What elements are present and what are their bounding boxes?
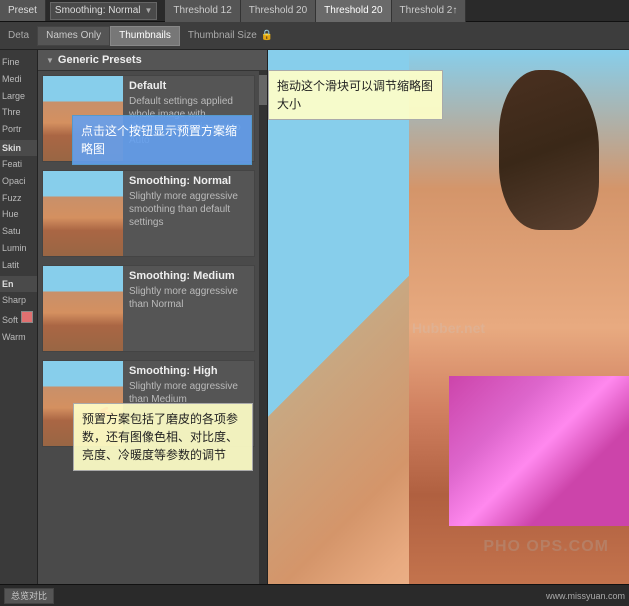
names-only-button[interactable]: Names Only: [37, 26, 110, 46]
sidebar-item-soft[interactable]: Soft: [0, 308, 37, 329]
preset-thumbnail-medium: [43, 266, 123, 351]
presets-panel: ▼ Generic Presets Default Default settin…: [38, 50, 268, 606]
sidebar-item-large[interactable]: Large: [0, 88, 37, 105]
sidebar-item-hue[interactable]: Hue: [0, 206, 37, 223]
photo-area: 拖动这个滑块可以调节缩略图大小 PHO OPS.COM Hubber.net: [268, 50, 629, 606]
preset-label: Preset: [0, 0, 46, 21]
preset-info-normal: Smoothing: Normal Slightly more aggressi…: [123, 171, 254, 256]
preset-name-high: Smoothing: High: [129, 365, 248, 377]
sidebar-item-satu[interactable]: Satu: [0, 223, 37, 240]
lock-icon: 🔒: [261, 30, 273, 41]
presets-header-label: Generic Presets: [58, 54, 142, 66]
scrollbar-thumb[interactable]: [259, 75, 267, 105]
sidebar-section-skin: Skin: [0, 140, 37, 156]
sidebar-item-warm[interactable]: Warm: [0, 329, 37, 346]
preset-name-medium: Smoothing: Medium: [129, 270, 248, 282]
thumbnail-size-control: Thumbnail Size 🔒: [188, 30, 273, 41]
sidebar-item-lumin[interactable]: Lumin: [0, 240, 37, 257]
second-row: Deta Names Only Thumbnails Thumbnail Siz…: [0, 22, 629, 50]
annotation-bubble-2: 拖动这个滑块可以调节缩略图大小: [268, 70, 443, 120]
sidebar-section-en: En: [0, 276, 37, 292]
sidebar-item-sharp[interactable]: Sharp: [0, 292, 37, 309]
watermark-center: Hubber.net: [412, 320, 485, 336]
preset-name-normal: Smoothing: Normal: [129, 175, 248, 187]
color-swatch: [21, 311, 33, 323]
sidebar-item-fuzz[interactable]: Fuzz: [0, 190, 37, 207]
thumbnails-button[interactable]: Thumbnails: [110, 26, 180, 46]
sidebar-item-medi[interactable]: Medi: [0, 71, 37, 88]
sidebar-item-opaci[interactable]: Opaci: [0, 173, 37, 190]
smoothing-dropdown[interactable]: Smoothing: Normal ▼: [50, 2, 158, 20]
dropdown-arrow-icon: ▼: [145, 6, 153, 15]
sidebar-item-feati[interactable]: Feati: [0, 156, 37, 173]
preset-item-medium[interactable]: Smoothing: Medium Slightly more aggressi…: [42, 265, 255, 352]
preset-info-medium: Smoothing: Medium Slightly more aggressi…: [123, 266, 254, 351]
photo-swimsuit: [449, 376, 629, 526]
presets-list: Default Default settings applied whole i…: [38, 71, 259, 606]
top-tab-bar: Preset Smoothing: Normal ▼ Threshold 12 …: [0, 0, 629, 22]
detail-label: Deta: [4, 30, 33, 41]
sidebar-item-latit[interactable]: Latit: [0, 257, 37, 274]
triangle-icon: ▼: [46, 56, 54, 65]
scrollbar-track[interactable]: [259, 71, 267, 606]
threshold-tab-21[interactable]: Threshold 2↑: [392, 0, 467, 22]
threshold-tab-group: Threshold 12 Threshold 20 Threshold 20 T…: [165, 0, 466, 22]
presets-header: ▼ Generic Presets: [38, 50, 267, 71]
preset-name-default: Default: [129, 80, 248, 92]
threshold-tab-12[interactable]: Threshold 12: [165, 0, 240, 22]
bottom-url: www.missyuan.com: [546, 591, 625, 601]
sidebar-item-portr[interactable]: Portr: [0, 121, 37, 138]
preset-desc-medium: Slightly more aggressive than Normal: [129, 285, 248, 311]
preset-desc-normal: Slightly more aggressive smoothing than …: [129, 190, 248, 229]
compare-button[interactable]: 总览对比: [4, 588, 54, 604]
threshold-tab-20a[interactable]: Threshold 20: [241, 0, 316, 22]
main-photo: 拖动这个滑块可以调节缩略图大小 PHO OPS.COM Hubber.net: [268, 50, 629, 606]
photo-hair: [499, 70, 599, 230]
main-layout: Fine Medi Large Thre Portr Skin Feati Op…: [0, 50, 629, 606]
preset-item-normal[interactable]: Smoothing: Normal Slightly more aggressi…: [42, 170, 255, 257]
left-sidebar: Fine Medi Large Thre Portr Skin Feati Op…: [0, 50, 38, 606]
sidebar-item-thre[interactable]: Thre: [0, 104, 37, 121]
sidebar-item-fine[interactable]: Fine: [0, 54, 37, 71]
annotation-bubble-1: 点击这个按钮显示预置方案缩略图: [72, 115, 252, 165]
watermark-main: PHO OPS.COM: [483, 538, 609, 556]
bottom-bar: 总览对比 www.missyuan.com: [0, 584, 629, 606]
preset-thumbnail-normal: [43, 171, 123, 256]
threshold-tab-20b[interactable]: Threshold 20: [316, 0, 391, 22]
annotation-bubble-3: 预置方案包括了磨皮的各项参数，还有图像色相、对比度、亮度、冷暖度等参数的调节: [73, 403, 253, 471]
